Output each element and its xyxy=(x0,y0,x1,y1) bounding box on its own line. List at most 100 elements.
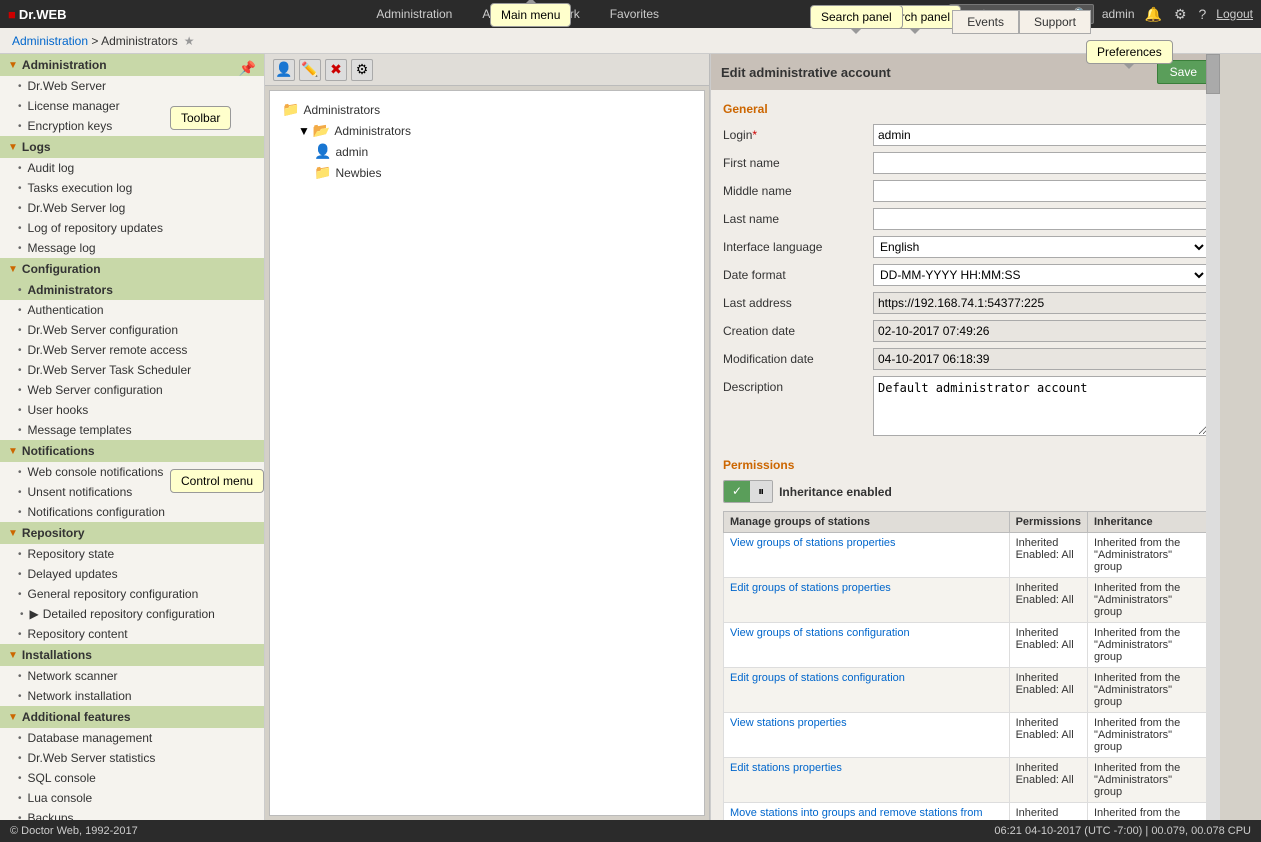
expand-icon: ▶ xyxy=(30,607,39,621)
sidebar-item-network-installation[interactable]: Network installation xyxy=(0,686,264,706)
select-language[interactable]: English Russian xyxy=(873,236,1208,258)
help-icon[interactable]: ? xyxy=(1197,4,1209,24)
perm-action-link[interactable]: View stations properties xyxy=(730,717,847,729)
perm-action-link[interactable]: Edit stations properties xyxy=(730,762,842,774)
delete-button[interactable]: ✖ xyxy=(325,59,347,81)
sidebar-item-sql-console[interactable]: SQL console xyxy=(0,768,264,788)
label-dateformat: Date format xyxy=(723,264,873,282)
arrow-icon: ▼ xyxy=(8,712,18,723)
required-marker: * xyxy=(752,128,757,142)
breadcrumb-admin-link[interactable]: Administration xyxy=(12,34,88,48)
label-creationdate: Creation date xyxy=(723,320,873,338)
sidebar-item-tasks-execution-log[interactable]: Tasks execution log xyxy=(0,178,264,198)
sidebar-section-header-notifications[interactable]: ▼ Notifications xyxy=(0,440,264,462)
perm-col-action: Manage groups of stations xyxy=(724,512,1010,533)
sidebar-item-task-scheduler[interactable]: Dr.Web Server Task Scheduler xyxy=(0,360,264,380)
tree-node-admin[interactable]: 👤 admin xyxy=(310,141,696,162)
sidebar-section-header-configuration[interactable]: ▼ Configuration xyxy=(0,258,264,280)
sidebar-item-db-management[interactable]: Database management xyxy=(0,728,264,748)
sidebar-item-lua-console[interactable]: Lua console xyxy=(0,788,264,808)
sidebar-item-message-log[interactable]: Message log xyxy=(0,238,264,258)
sidebar-item-drweb-stats[interactable]: Dr.Web Server statistics xyxy=(0,748,264,768)
sidebar-item-drweb-server-config[interactable]: Dr.Web Server configuration xyxy=(0,320,264,340)
perm-action-link[interactable]: View groups of stations properties xyxy=(730,537,896,549)
username-label: admin xyxy=(1102,7,1135,21)
tree-panel: 📁 Administrators ▼ 📂 Administrators 👤 ad… xyxy=(269,90,705,816)
events-button[interactable]: Events xyxy=(952,10,1019,34)
inherit-check-button[interactable]: ✓ xyxy=(724,481,750,502)
sidebar-section-header-repository[interactable]: ▼ Repository xyxy=(0,522,264,544)
input-lastname[interactable] xyxy=(873,208,1208,230)
sidebar-item-audit-log[interactable]: Audit log xyxy=(0,158,264,178)
perm-action-link[interactable]: View groups of stations configuration xyxy=(730,627,910,639)
tree-node-administrators[interactable]: ▼ 📂 Administrators xyxy=(294,120,696,141)
edit-button[interactable]: ✏️ xyxy=(299,59,321,81)
folder-icon: 📁 xyxy=(282,101,299,118)
callout-main-menu: Main menu xyxy=(490,3,571,27)
section-title-configuration: Configuration xyxy=(22,262,101,276)
sidebar-item-network-scanner[interactable]: Network scanner xyxy=(0,666,264,686)
sidebar-item-drweb-server-remote[interactable]: Dr.Web Server remote access xyxy=(0,340,264,360)
section-title-installations: Installations xyxy=(22,648,92,662)
sidebar-section-header-additional[interactable]: ▼ Additional features xyxy=(0,706,264,728)
tree-node-root[interactable]: 📁 Administrators xyxy=(278,99,696,120)
scrollbar-track[interactable] xyxy=(1206,54,1220,820)
sidebar-item-repo-content[interactable]: Repository content xyxy=(0,624,264,644)
arrow-icon: ▼ xyxy=(8,650,18,661)
perm-action-link[interactable]: Edit groups of stations properties xyxy=(730,582,891,594)
input-login[interactable] xyxy=(873,124,1208,146)
sidebar-item-administrators[interactable]: Administrators xyxy=(0,280,264,300)
sidebar-item-log-repo-updates[interactable]: Log of repository updates xyxy=(0,218,264,238)
settings-button[interactable]: ⚙ xyxy=(351,59,373,81)
menu-favorites[interactable]: Favorites xyxy=(610,7,659,21)
sidebar-item-user-hooks[interactable]: User hooks xyxy=(0,400,264,420)
sidebar-item-web-server-config[interactable]: Web Server configuration xyxy=(0,380,264,400)
perm-value: InheritedEnabled: All xyxy=(1009,623,1087,668)
sidebar-section-logs: ▼ Logs Audit log Tasks execution log Dr.… xyxy=(0,136,264,258)
support-button[interactable]: Support xyxy=(1019,10,1091,34)
sidebar-section-header-administration[interactable]: ▼ Administration xyxy=(0,54,264,76)
sidebar-item-notif-config[interactable]: Notifications configuration xyxy=(0,502,264,522)
sidebar-item-general-repo-config[interactable]: General repository configuration xyxy=(0,584,264,604)
add-user-button[interactable]: 👤 xyxy=(273,59,295,81)
inherit-value: Inherited from the"Administrators" group xyxy=(1087,713,1207,758)
section-title-logs: Logs xyxy=(22,140,51,154)
textarea-description[interactable]: Default administrator account xyxy=(873,376,1208,436)
sidebar-item-drweb-server-log[interactable]: Dr.Web Server log xyxy=(0,198,264,218)
sidebar-section-header-installations[interactable]: ▼ Installations xyxy=(0,644,264,666)
general-section: General Login* First name Middle name La… xyxy=(711,90,1220,450)
gear-icon[interactable]: ⚙ xyxy=(1172,4,1189,25)
logout-button[interactable]: Logout xyxy=(1216,7,1253,21)
sidebar-item-message-templates[interactable]: Message templates xyxy=(0,420,264,440)
input-firstname[interactable] xyxy=(873,152,1208,174)
arrow-icon: ▼ xyxy=(8,264,18,275)
inherit-value: Inherited from the"Administrators" group xyxy=(1087,533,1207,578)
select-dateformat[interactable]: DD-MM-YYYY HH:MM:SS MM-DD-YYYY HH:MM:SS xyxy=(873,264,1208,286)
sidebar-section-installations: ▼ Installations Network scanner Network … xyxy=(0,644,264,706)
favorite-star[interactable]: ★ xyxy=(184,34,195,48)
perm-action-link[interactable]: Edit groups of stations configuration xyxy=(730,672,905,684)
sidebar-item-detailed-repo-config[interactable]: ▶ Detailed repository configuration xyxy=(0,604,264,624)
general-section-title: General xyxy=(723,102,1208,116)
sidebar-item-authentication[interactable]: Authentication xyxy=(0,300,264,320)
inherit-value: Inherited from the"Administrators" group xyxy=(1087,758,1207,803)
sidebar-item-repo-state[interactable]: Repository state xyxy=(0,544,264,564)
pin-button[interactable]: 📌 xyxy=(239,60,256,77)
scrollbar-thumb[interactable] xyxy=(1206,54,1220,94)
sidebar-item-delayed-updates[interactable]: Delayed updates xyxy=(0,564,264,584)
breadcrumb-current: Administrators xyxy=(101,34,178,48)
callout-preferences-fixed: Preferences xyxy=(1086,40,1173,64)
tree-root-label: Administrators xyxy=(303,103,380,117)
input-moddate xyxy=(873,348,1208,370)
main-layout: 📌 ▼ Administration Dr.Web Server License… xyxy=(0,54,1261,820)
perm-action-link[interactable]: Move stations into groups and remove sta… xyxy=(730,807,983,820)
inherit-pause-button[interactable]: ⏸ xyxy=(750,481,772,502)
menu-administration[interactable]: Administration xyxy=(376,7,452,21)
form-row-dateformat: Date format DD-MM-YYYY HH:MM:SS MM-DD-YY… xyxy=(723,264,1208,286)
sidebar-item-backups[interactable]: Backups xyxy=(0,808,264,820)
bell-icon[interactable]: 🔔 xyxy=(1143,4,1164,25)
tree-node-newbies[interactable]: 📁 Newbies xyxy=(310,162,696,183)
input-middlename[interactable] xyxy=(873,180,1208,202)
sidebar-section-header-logs[interactable]: ▼ Logs xyxy=(0,136,264,158)
sidebar-item-drweb-server[interactable]: Dr.Web Server xyxy=(0,76,264,96)
